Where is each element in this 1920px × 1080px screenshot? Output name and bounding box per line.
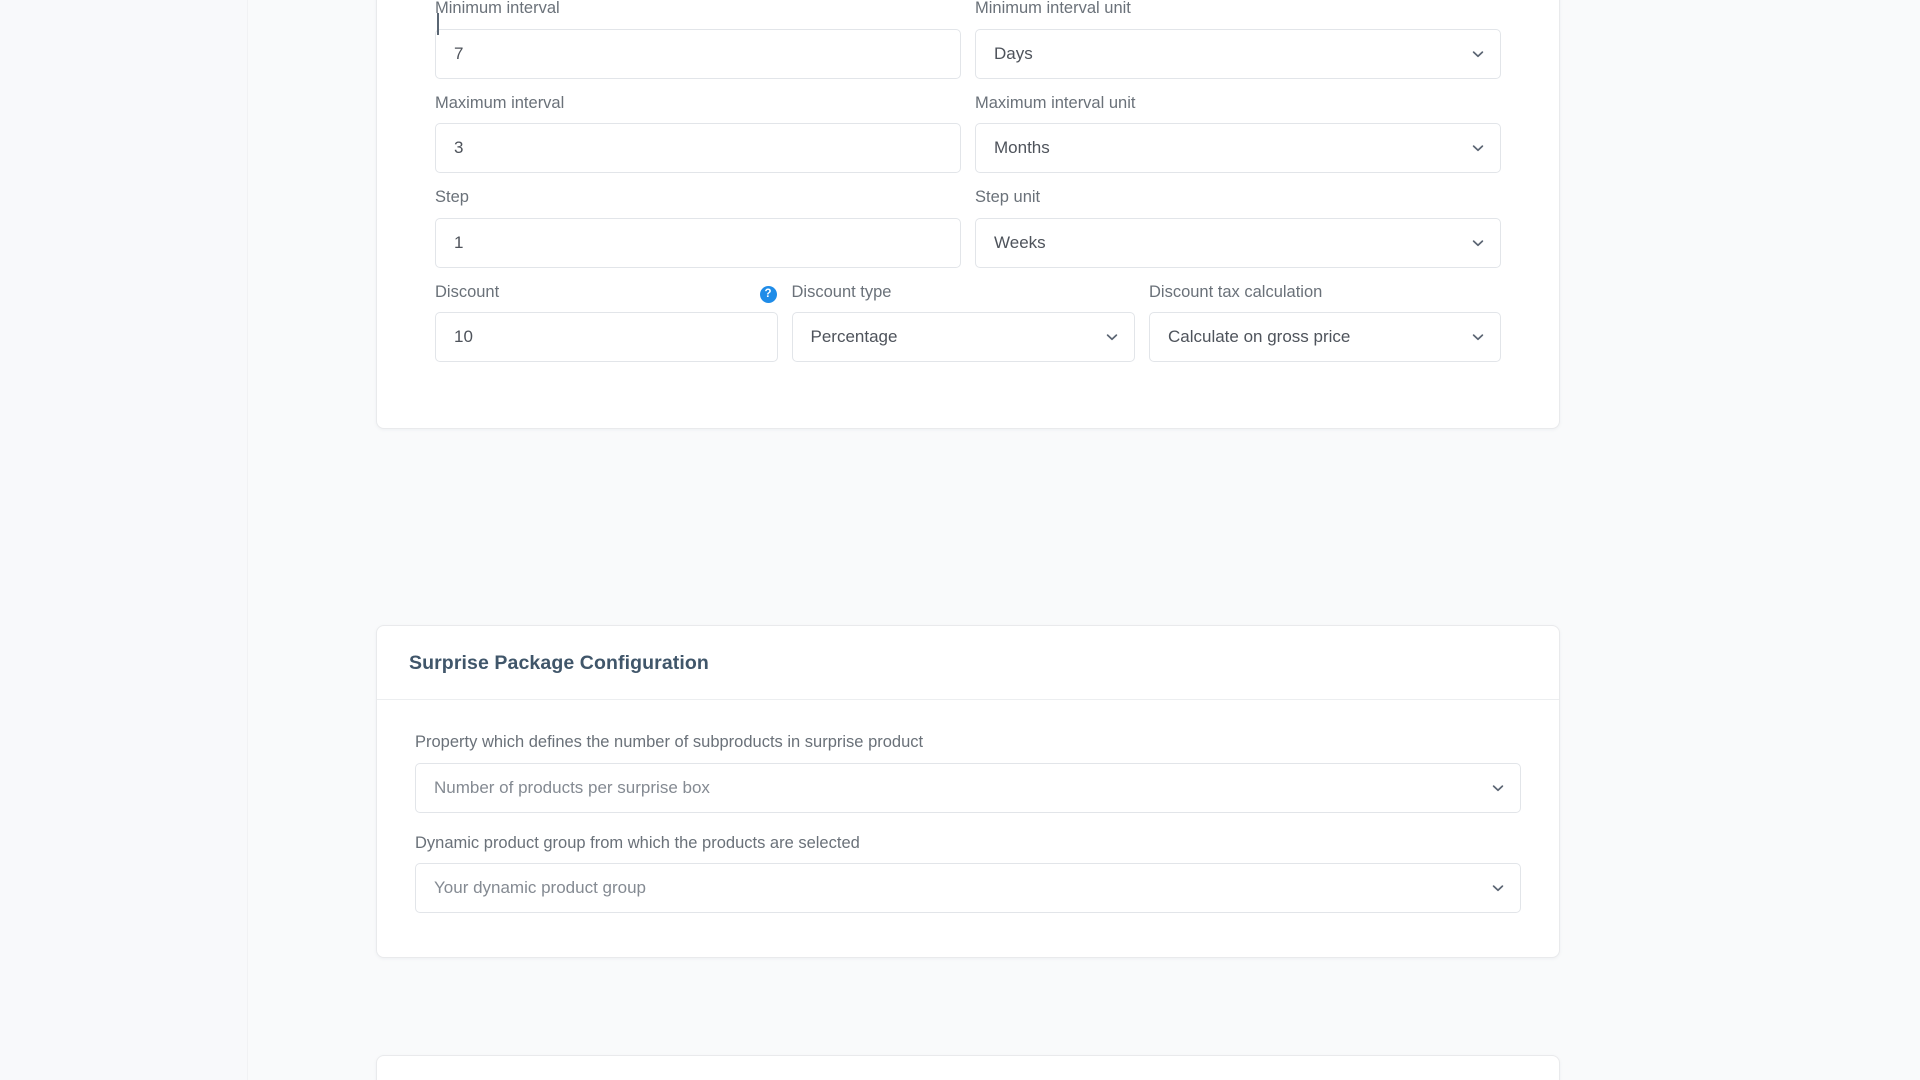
page-root: Minimum interval Minimum interval unit D… xyxy=(0,0,1920,1080)
interval-settings-card: Minimum interval Minimum interval unit D… xyxy=(376,0,1560,429)
dynamic-product-group-label: Dynamic product group from which the pro… xyxy=(415,833,860,852)
step-unit-select-wrap: Weeks xyxy=(975,217,1501,268)
minimum-interval-unit-select[interactable]: Days xyxy=(975,28,1501,79)
discount-tax-calculation-select-wrap: Calculate on gross price xyxy=(1148,312,1502,362)
interval-settings-body: Minimum interval Minimum interval unit D… xyxy=(377,0,1559,362)
maximum-interval-label: Maximum interval xyxy=(435,93,565,112)
minimum-interval-input-host xyxy=(435,12,961,79)
step-label: Step xyxy=(435,188,469,206)
subproduct-count-select-wrap: Number of products per surprise box xyxy=(415,762,1521,813)
subproduct-count-label: Property which defines the number of sub… xyxy=(415,733,924,751)
next-section-card xyxy=(376,1055,1560,1080)
minimum-interval-input[interactable] xyxy=(435,28,961,79)
surprise-package-title: Surprise Package Configuration xyxy=(409,652,709,674)
discount-label: Discount xyxy=(435,282,500,301)
minimum-interval-label: Minimum interval xyxy=(435,0,560,17)
step-unit-select[interactable]: Weeks xyxy=(975,217,1501,268)
minimum-interval-unit-label: Minimum interval unit xyxy=(975,0,1131,17)
help-circle-icon[interactable]: ? xyxy=(759,285,777,303)
dynamic-product-group-field: Dynamic product group from which the pro… xyxy=(415,833,1521,913)
dynamic-product-group-select[interactable]: Your dynamic product group xyxy=(415,863,1521,913)
maximum-interval-row: Maximum interval Maximum interval unit M… xyxy=(435,93,1501,173)
discount-type-field: ? Discount type Percentage xyxy=(759,282,1135,362)
discount-type-select[interactable]: Percentage xyxy=(791,312,1135,362)
dynamic-product-group-row: Dynamic product group from which the pro… xyxy=(415,833,1521,913)
discount-tax-calculation-label: Discount tax calculation xyxy=(1148,282,1323,301)
maximum-interval-unit-select-wrap: Months xyxy=(975,123,1501,173)
maximum-interval-field: Maximum interval xyxy=(435,93,961,173)
discount-type-label: Discount type xyxy=(791,282,892,301)
discount-row: Discount ? Discount type Percentage xyxy=(435,282,1502,362)
subproduct-count-row: Property which defines the number of sub… xyxy=(415,734,1521,813)
discount-input[interactable] xyxy=(435,312,778,362)
maximum-interval-input[interactable] xyxy=(435,123,961,173)
maximum-interval-unit-field: Maximum interval unit Months xyxy=(975,93,1501,173)
maximum-interval-unit-select[interactable]: Months xyxy=(975,123,1501,173)
surprise-package-card: Surprise Package Configuration Property … xyxy=(376,625,1560,958)
subproduct-count-field: Property which defines the number of sub… xyxy=(415,734,1521,813)
text-caret-icon xyxy=(437,12,439,35)
discount-field: Discount xyxy=(435,282,778,362)
dynamic-product-group-select-wrap: Your dynamic product group xyxy=(415,863,1521,913)
step-unit-label: Step unit xyxy=(975,188,1041,206)
step-field: Step xyxy=(435,189,961,268)
step-input[interactable] xyxy=(435,217,961,268)
maximum-interval-unit-label: Maximum interval unit xyxy=(975,93,1136,112)
step-unit-field: Step unit Weeks xyxy=(975,189,1501,268)
surprise-package-header: Surprise Package Configuration xyxy=(377,626,1559,700)
sidebar-panel-edge xyxy=(0,0,248,1080)
subproduct-count-select[interactable]: Number of products per surprise box xyxy=(415,762,1521,813)
discount-type-label-wrap: ? Discount type xyxy=(759,282,1135,303)
minimum-interval-unit-field: Minimum interval unit Days xyxy=(975,0,1501,79)
minimum-interval-field: Minimum interval xyxy=(435,0,961,79)
minimum-interval-row: Minimum interval Minimum interval unit D… xyxy=(435,0,1501,79)
step-row: Step Step unit Weeks xyxy=(435,189,1501,268)
minimum-interval-unit-select-wrap: Days xyxy=(975,28,1501,79)
discount-tax-calculation-field: Discount tax calculation Calculate on gr… xyxy=(1148,282,1502,362)
discount-type-select-wrap: Percentage xyxy=(791,312,1135,362)
surprise-package-body: Property which defines the number of sub… xyxy=(377,700,1559,957)
discount-tax-calculation-select[interactable]: Calculate on gross price xyxy=(1148,312,1502,362)
discount-type-hint: ? xyxy=(759,284,777,303)
